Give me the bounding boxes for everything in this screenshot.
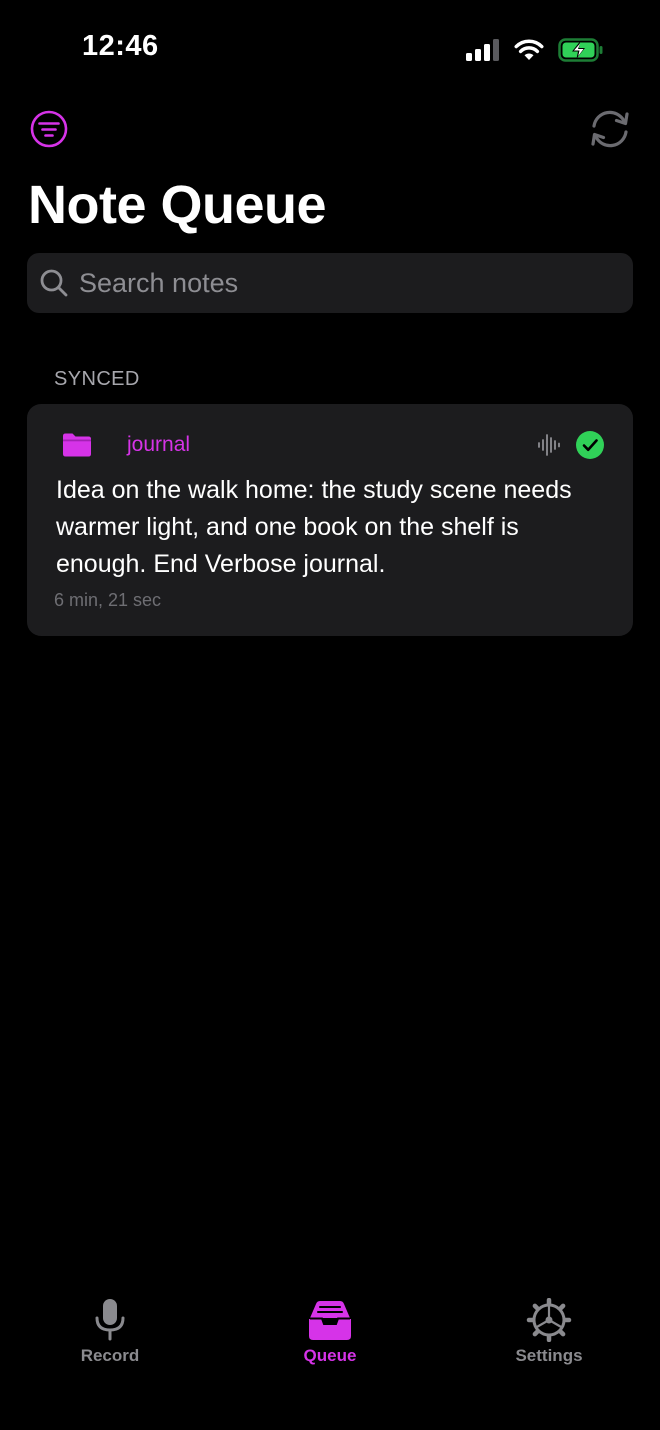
note-duration: 6 min, 21 sec [54, 590, 162, 610]
microphone-icon [95, 1299, 125, 1341]
search-icon [40, 269, 68, 297]
status-time: 12:46 [82, 30, 159, 62]
sync-button[interactable] [586, 106, 634, 152]
inbox-tray-icon [309, 1301, 351, 1340]
tab-settings[interactable]: Settings [479, 1290, 619, 1380]
sync-arrows-icon [591, 110, 629, 148]
toolbar [0, 104, 660, 152]
filter-icon [30, 110, 68, 148]
status-icons [466, 36, 604, 64]
status-bar: 12:46 [0, 0, 660, 100]
note-text: Idea on the walk home: the study scene n… [56, 476, 572, 578]
search-input[interactable] [79, 267, 599, 299]
tab-queue-label: Queue [303, 1346, 357, 1365]
search-bar[interactable] [27, 253, 633, 313]
section-header-synced: SYNCED [54, 368, 140, 390]
filter-button[interactable] [28, 108, 70, 150]
tab-record-label: Record [80, 1346, 140, 1365]
battery-charging-icon [558, 38, 603, 62]
tab-queue[interactable]: Queue [260, 1290, 400, 1380]
page-title: Note Queue [28, 175, 327, 235]
synced-checkmark-icon [576, 431, 604, 459]
waveform-icon [538, 434, 560, 456]
gear-icon [526, 1298, 572, 1342]
note-folder-label: journal [127, 433, 191, 456]
tab-record[interactable]: Record [40, 1290, 180, 1380]
tab-bar: Record Queue Settings [0, 1290, 660, 1390]
cellular-signal-icon [466, 39, 499, 61]
note-card[interactable]: journal Idea on the walk home: the study… [27, 404, 633, 636]
wifi-icon [514, 39, 544, 60]
folder-icon [63, 433, 91, 457]
tab-settings-label: Settings [515, 1346, 583, 1365]
